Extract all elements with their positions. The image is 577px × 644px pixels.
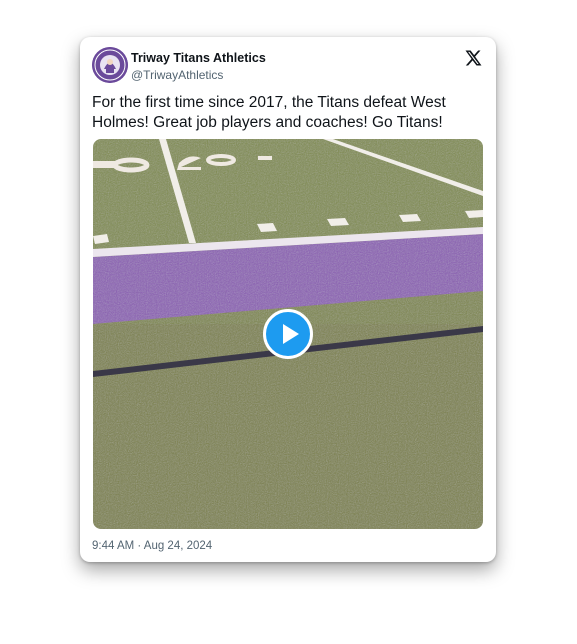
author-handle[interactable]: @TriwayAthletics bbox=[131, 67, 266, 83]
author-display-name[interactable]: Triway Titans Athletics bbox=[131, 50, 266, 66]
video-player[interactable] bbox=[93, 139, 483, 529]
x-logo-icon[interactable] bbox=[464, 49, 482, 67]
play-button[interactable] bbox=[263, 309, 313, 359]
tweet-text: For the first time since 2017, the Titan… bbox=[92, 94, 446, 131]
titans-logo-icon bbox=[92, 47, 128, 83]
avatar[interactable] bbox=[92, 47, 128, 83]
tweet-card: Triway Titans Athletics @TriwayAthletics… bbox=[80, 37, 496, 562]
tweet-timestamp[interactable]: 9:44 AM · Aug 24, 2024 bbox=[92, 538, 212, 554]
play-icon bbox=[283, 324, 299, 344]
author-block: Triway Titans Athletics @TriwayAthletics bbox=[131, 50, 266, 83]
